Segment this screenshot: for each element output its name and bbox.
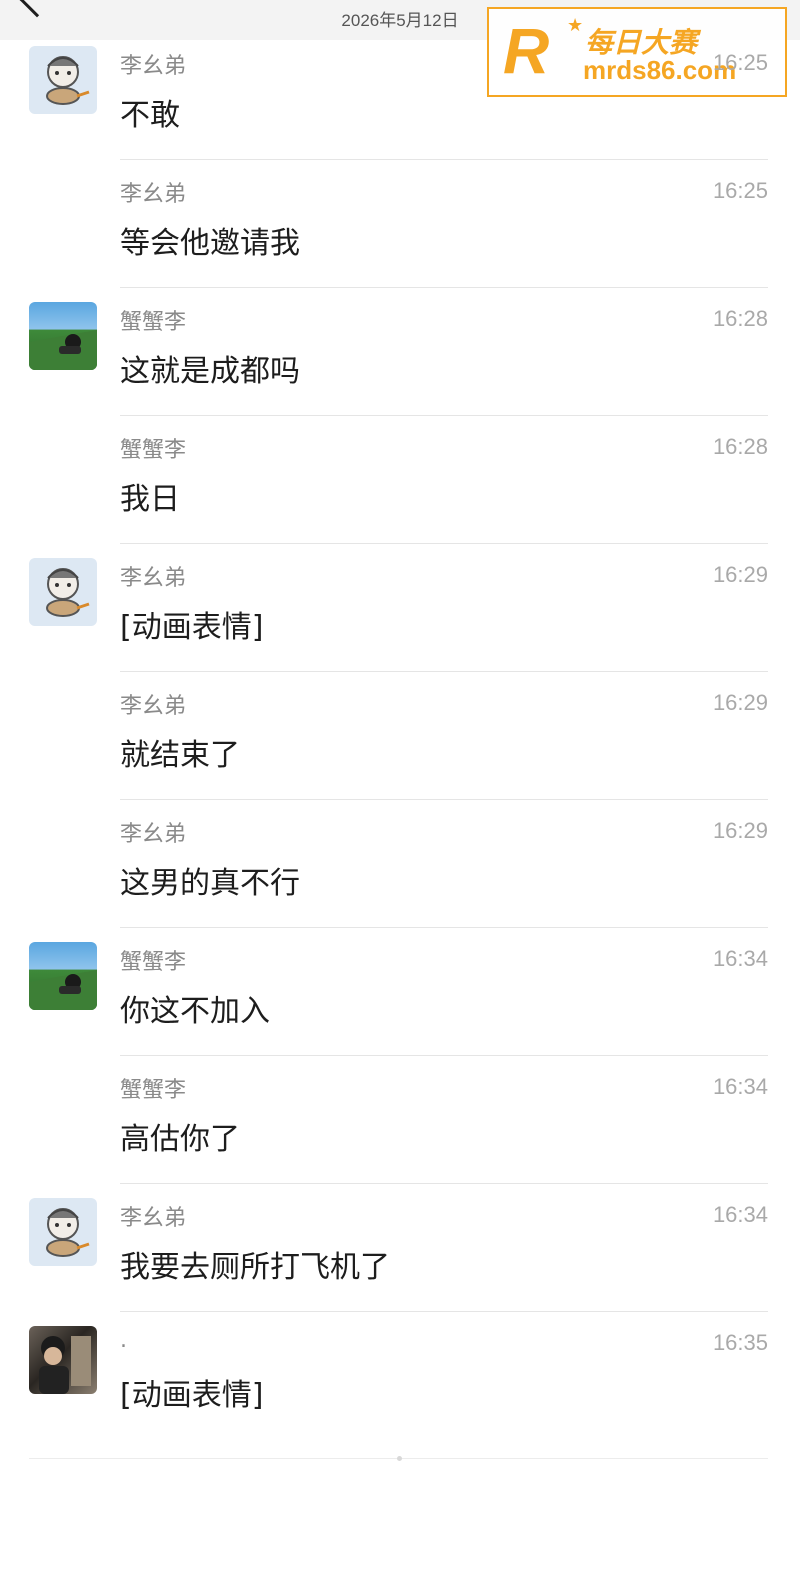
message-item[interactable]: 李幺弟 16:29 这男的真不行	[0, 800, 800, 928]
avatar[interactable]	[29, 1326, 97, 1394]
message-time: 16:34	[712, 1074, 768, 1099]
anime-avatar-icon	[29, 970, 97, 1010]
message-text: [动画表情]	[120, 1378, 264, 1413]
sender-name: 李幺弟	[120, 566, 187, 591]
chat-date: 2026年5月12日	[341, 11, 459, 30]
sender-name: 李幺弟	[120, 54, 187, 79]
message-text: 这男的真不行	[120, 866, 300, 901]
message-time: 16:29	[712, 562, 768, 587]
avatar[interactable]	[29, 302, 97, 370]
sender-name: 李幺弟	[120, 694, 187, 719]
sender-name: 蟹蟹李	[120, 438, 187, 463]
photo-avatar-icon	[39, 1336, 91, 1394]
message-time: 16:28	[712, 306, 768, 331]
message-item[interactable]: 蟹蟹李 16:34 高估你了	[0, 1056, 800, 1184]
cartoon-avatar-icon	[46, 1208, 90, 1257]
message-time: 16:28	[712, 434, 768, 459]
message-time: 16:34	[712, 946, 768, 971]
avatar[interactable]	[29, 1198, 97, 1266]
sender-name: 李幺弟	[120, 822, 187, 847]
message-time: 16:29	[712, 818, 768, 843]
avatar[interactable]	[29, 46, 97, 114]
message-item[interactable]: 李幺弟 16:29 [动画表情]	[0, 544, 800, 672]
sender-name: 李幺弟	[120, 1206, 187, 1231]
sender-name: 蟹蟹李	[120, 1078, 187, 1103]
message-text: [动画表情]	[120, 610, 264, 645]
message-text: 我日	[120, 482, 180, 517]
message-time: 16:25	[712, 50, 768, 75]
sender-name: 李幺弟	[120, 182, 187, 207]
cartoon-avatar-icon	[46, 568, 90, 617]
cartoon-avatar-icon	[46, 56, 90, 105]
message-time: 16:29	[712, 690, 768, 715]
message-text: 就结束了	[120, 738, 240, 773]
back-arrow-icon[interactable]	[18, 0, 56, 18]
message-text: 不敢	[120, 98, 180, 133]
sender-name: 蟹蟹李	[120, 950, 187, 975]
anime-avatar-icon	[29, 330, 97, 370]
message-text: 等会他邀请我	[120, 226, 300, 261]
message-time: 16:34	[712, 1202, 768, 1227]
message-time: 16:25	[712, 178, 768, 203]
message-item[interactable]: . 16:35 [动画表情]	[0, 1312, 800, 1440]
message-text: 我要去厕所打飞机了	[120, 1250, 390, 1285]
message-item[interactable]: 李幺弟 16:25 等会他邀请我	[0, 160, 800, 288]
avatar[interactable]	[29, 558, 97, 626]
message-text: 这就是成都吗	[120, 354, 300, 389]
avatar[interactable]	[29, 942, 97, 1010]
message-item[interactable]: 蟹蟹李 16:28 我日	[0, 416, 800, 544]
scroll-indicator	[397, 1456, 402, 1461]
message-item[interactable]: 蟹蟹李 16:28 这就是成都吗	[0, 288, 800, 416]
message-text: 你这不加入	[120, 994, 270, 1029]
sender-name: 蟹蟹李	[120, 310, 187, 335]
message-time: 16:35	[712, 1330, 768, 1355]
message-item[interactable]: 李幺弟 16:29 就结束了	[0, 672, 800, 800]
sender-name: .	[120, 1328, 127, 1353]
message-text: 高估你了	[120, 1122, 240, 1157]
message-item[interactable]: 蟹蟹李 16:34 你这不加入	[0, 928, 800, 1056]
message-item[interactable]: 李幺弟 16:25 不敢	[0, 32, 800, 160]
message-item[interactable]: 李幺弟 16:34 我要去厕所打飞机了	[0, 1184, 800, 1312]
